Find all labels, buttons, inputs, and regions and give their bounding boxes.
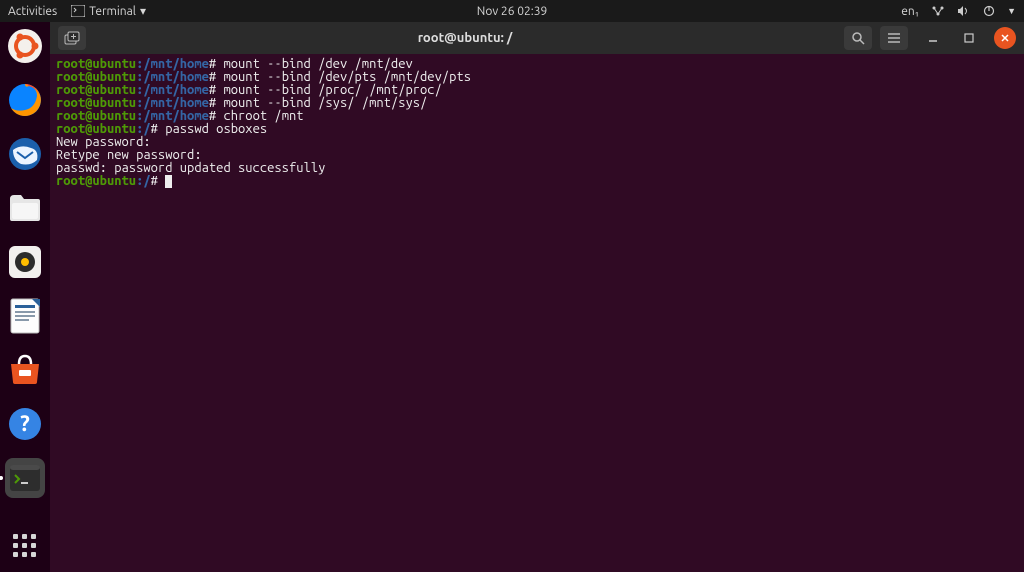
app-menu-label: Terminal <box>89 5 136 18</box>
search-button[interactable] <box>844 26 872 50</box>
new-tab-icon <box>64 31 80 45</box>
network-icon[interactable] <box>931 5 945 17</box>
dock: ? <box>0 22 50 572</box>
chevron-down-icon: ▾ <box>140 4 146 18</box>
terminal-line: passwd: password updated successfully <box>56 162 1018 175</box>
clock[interactable]: Nov 26 02:39 <box>477 5 547 18</box>
thunderbird-icon[interactable] <box>5 134 45 174</box>
terminal-window: root@ubuntu: / root@ubuntu:/mnt/home# mo… <box>50 22 1024 572</box>
maximize-button[interactable] <box>958 27 980 49</box>
app-menu[interactable]: Terminal ▾ <box>71 4 146 18</box>
maximize-icon <box>964 33 974 43</box>
rhythmbox-icon[interactable] <box>5 242 45 282</box>
minimize-icon <box>928 33 938 43</box>
close-button[interactable] <box>994 27 1016 49</box>
show-applications-icon[interactable] <box>13 534 37 558</box>
firefox-icon[interactable] <box>5 80 45 120</box>
input-language[interactable]: en₁ <box>901 5 919 18</box>
files-icon[interactable] <box>5 188 45 228</box>
terminal-line: root@ubuntu:/# passwd osboxes <box>56 123 1018 136</box>
titlebar: root@ubuntu: / <box>50 22 1024 54</box>
power-icon[interactable] <box>983 5 995 17</box>
svg-text:?: ? <box>20 411 30 436</box>
terminal-line: root@ubuntu:/# <box>56 175 1018 188</box>
ubuntu-logo-icon[interactable] <box>5 26 45 66</box>
new-tab-button[interactable] <box>58 26 86 50</box>
hamburger-icon <box>887 32 901 44</box>
minimize-button[interactable] <box>922 27 944 49</box>
libreoffice-writer-icon[interactable] <box>5 296 45 336</box>
terminal-icon[interactable] <box>5 458 45 498</box>
chevron-down-icon[interactable]: ▼ <box>1007 6 1016 16</box>
close-icon <box>1000 33 1010 43</box>
terminal-output[interactable]: root@ubuntu:/mnt/home# mount --bind /dev… <box>50 54 1024 572</box>
gnome-topbar: Activities Terminal ▾ Nov 26 02:39 en₁ ▼ <box>0 0 1024 22</box>
help-icon[interactable]: ? <box>5 404 45 444</box>
cursor <box>165 175 172 188</box>
window-title: root@ubuntu: / <box>94 31 836 45</box>
activities-button[interactable]: Activities <box>8 5 57 18</box>
volume-icon[interactable] <box>957 5 971 17</box>
hamburger-menu-button[interactable] <box>880 26 908 50</box>
terminal-mini-icon <box>71 5 85 17</box>
software-store-icon[interactable] <box>5 350 45 390</box>
search-icon <box>851 31 865 45</box>
